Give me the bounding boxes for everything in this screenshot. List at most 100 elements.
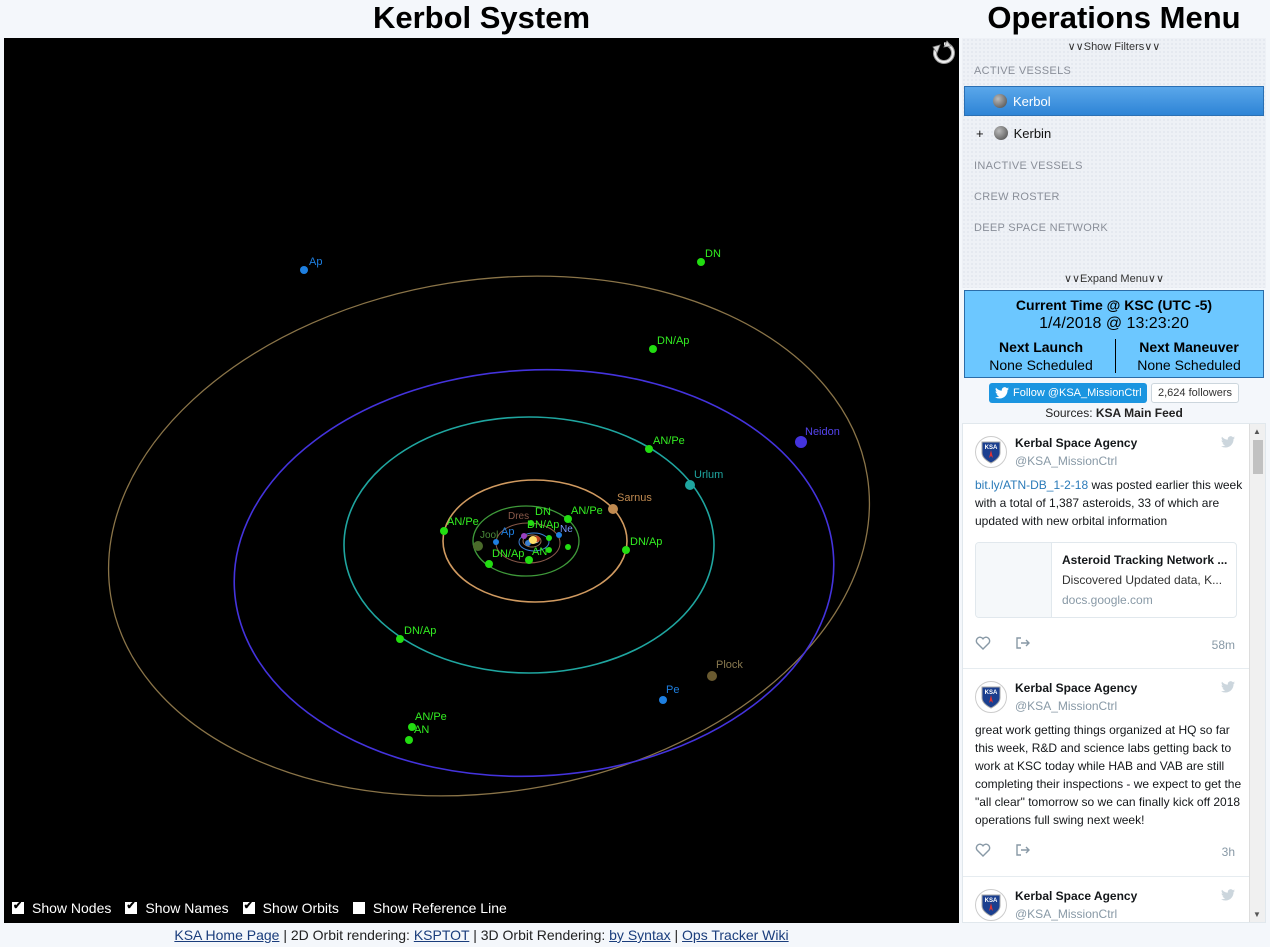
menu-item-kerbin[interactable]: + Kerbin bbox=[964, 118, 1264, 148]
anpe-marker-1[interactable] bbox=[645, 445, 653, 453]
an-marker-outer[interactable] bbox=[405, 736, 413, 744]
sarnus-planet[interactable] bbox=[608, 504, 618, 514]
dnap-marker-2[interactable] bbox=[622, 546, 630, 554]
avatar[interactable]: KSA bbox=[975, 681, 1007, 713]
ap-marker-outer[interactable] bbox=[300, 266, 308, 274]
tweet-timestamp[interactable]: 3h bbox=[1222, 845, 1235, 859]
ksa-home-link[interactable]: KSA Home Page bbox=[174, 927, 279, 943]
show-reference-line-toggle[interactable]: Show Reference Line bbox=[352, 900, 507, 916]
menu-item-kerbol-label: Kerbol bbox=[1013, 93, 1051, 109]
label-an-outer: AN bbox=[414, 724, 429, 736]
dn-marker-outer[interactable] bbox=[697, 258, 705, 266]
tweet-author-name[interactable]: Kerbal Space Agency bbox=[1015, 681, 1137, 695]
ops-tracker-wiki-link[interactable]: Ops Tracker Wiki bbox=[682, 927, 789, 943]
twitter-bird-icon[interactable] bbox=[1221, 436, 1235, 448]
pe-marker[interactable] bbox=[659, 696, 667, 704]
tweet-timestamp[interactable]: 58m bbox=[1212, 638, 1235, 652]
ksa-logo-icon: KSA bbox=[981, 441, 1001, 464]
node-marker-inner-4[interactable] bbox=[525, 556, 533, 564]
tweet-author-handle[interactable]: @KSA_MissionCtrl bbox=[1015, 907, 1117, 921]
heart-icon[interactable] bbox=[975, 843, 991, 857]
feed-scrollbar[interactable]: ▲ ▼ bbox=[1249, 424, 1265, 922]
plock-planet[interactable] bbox=[707, 671, 717, 681]
syntax-link[interactable]: by Syntax bbox=[609, 927, 670, 943]
card-thumbnail bbox=[976, 543, 1052, 617]
scroll-thumb[interactable] bbox=[1253, 440, 1263, 474]
label-dnap-1: DN/Ap bbox=[657, 335, 689, 347]
eve-planet[interactable] bbox=[521, 533, 527, 539]
footer: KSA Home Page | 2D Orbit rendering: KSPT… bbox=[4, 927, 959, 943]
label-anpe-2: AN/Pe bbox=[571, 505, 603, 517]
footer-text-3d: | 3D Orbit Rendering: bbox=[469, 927, 610, 943]
show-reference-line-checkbox[interactable] bbox=[352, 902, 365, 914]
tweet[interactable]: KSA Kerbal Space Agency @KSA_MissionCtrl… bbox=[963, 424, 1249, 669]
show-filters-link[interactable]: ∨∨Show Filters∨∨ bbox=[962, 40, 1266, 53]
share-icon[interactable] bbox=[1015, 843, 1031, 857]
urlum-planet[interactable] bbox=[685, 480, 695, 490]
follower-count[interactable]: 2,624 followers bbox=[1151, 383, 1239, 403]
scroll-down-arrow-icon[interactable]: ▼ bbox=[1253, 910, 1261, 919]
node-marker-inner-6[interactable] bbox=[546, 547, 552, 553]
share-icon[interactable] bbox=[1015, 636, 1031, 650]
twitter-follow-button[interactable]: Follow @KSA_MissionCtrl bbox=[989, 383, 1147, 403]
scroll-up-arrow-icon[interactable]: ▲ bbox=[1253, 427, 1261, 436]
twitter-bird-icon[interactable] bbox=[1221, 889, 1235, 901]
label-dn-outer: DN bbox=[705, 248, 721, 260]
label-anpe-4: AN/Pe bbox=[415, 711, 447, 723]
node-marker-inner-5[interactable] bbox=[565, 544, 571, 550]
dnap-marker-5[interactable] bbox=[396, 635, 404, 643]
dnap-marker-1[interactable] bbox=[649, 345, 657, 353]
crew-roster-category[interactable]: CREW ROSTER bbox=[974, 191, 1060, 203]
expand-plus-icon[interactable]: + bbox=[976, 126, 984, 141]
show-reference-line-label: Show Reference Line bbox=[372, 900, 507, 916]
anpe-marker-3[interactable] bbox=[440, 527, 448, 535]
clock-panel: Current Time @ KSC (UTC -5) 1/4/2018 @ 1… bbox=[964, 290, 1264, 378]
tweet[interactable]: KSA Kerbal Space Agency @KSA_MissionCtrl… bbox=[963, 669, 1249, 877]
show-nodes-toggle[interactable]: Show Nodes bbox=[12, 899, 111, 916]
twitter-bird-icon bbox=[995, 387, 1009, 399]
node-marker-inner-3[interactable] bbox=[485, 560, 493, 568]
jool-planet[interactable] bbox=[473, 541, 483, 551]
node-marker-inner-1[interactable] bbox=[528, 520, 534, 526]
heart-icon[interactable] bbox=[975, 636, 991, 650]
twitter-bird-icon[interactable] bbox=[1221, 681, 1235, 693]
orbit-view[interactable]: Ap DN DN/Ap Neidon AN/Pe Urlum Sarnus AN… bbox=[4, 38, 959, 923]
expand-menu-link[interactable]: ∨∨Expand Menu∨∨ bbox=[962, 272, 1266, 285]
next-launch-value: None Scheduled bbox=[989, 357, 1093, 373]
tweet-actions bbox=[975, 843, 1031, 862]
card-title: Asteroid Tracking Network ... bbox=[1062, 553, 1228, 567]
avatar[interactable]: KSA bbox=[975, 889, 1007, 921]
apsis-marker-inner-2[interactable] bbox=[556, 532, 562, 538]
active-vessels-category[interactable]: ACTIVE VESSELS bbox=[974, 65, 1071, 77]
node-marker-inner-2[interactable] bbox=[546, 535, 552, 541]
svg-text:KSA: KSA bbox=[985, 690, 998, 696]
tweet-author-handle[interactable]: @KSA_MissionCtrl bbox=[1015, 454, 1117, 468]
tweet-author-name[interactable]: Kerbal Space Agency bbox=[1015, 436, 1137, 450]
show-orbits-checkbox[interactable] bbox=[242, 899, 255, 914]
tweet-author-handle[interactable]: @KSA_MissionCtrl bbox=[1015, 699, 1117, 713]
show-names-checkbox[interactable] bbox=[125, 899, 138, 914]
tweet[interactable]: KSA Kerbal Space Agency @KSA_MissionCtrl bbox=[963, 877, 1249, 922]
next-launch-label: Next Launch bbox=[998, 339, 1083, 355]
deep-space-network-category[interactable]: DEEP SPACE NETWORK bbox=[974, 222, 1108, 234]
orbit-canvas[interactable]: Ap DN DN/Ap Neidon AN/Pe Urlum Sarnus AN… bbox=[4, 38, 959, 923]
system-title: Kerbol System bbox=[372, 0, 591, 35]
footer-separator: | bbox=[670, 927, 683, 943]
label-an-inner: AN bbox=[532, 546, 547, 558]
show-names-toggle[interactable]: Show Names bbox=[125, 899, 229, 916]
refresh-icon[interactable] bbox=[931, 40, 957, 70]
show-nodes-checkbox[interactable] bbox=[12, 899, 24, 914]
twitter-feed[interactable]: KSA Kerbal Space Agency @KSA_MissionCtrl… bbox=[962, 423, 1266, 923]
ksptot-link[interactable]: KSPTOT bbox=[414, 927, 470, 943]
avatar[interactable]: KSA bbox=[975, 436, 1007, 468]
kerbol-star[interactable] bbox=[529, 536, 537, 544]
show-orbits-toggle[interactable]: Show Orbits bbox=[242, 899, 339, 916]
menu-item-kerbol[interactable]: Kerbol bbox=[964, 86, 1264, 116]
apsis-marker-inner-1[interactable] bbox=[493, 539, 499, 545]
tweet-link[interactable]: bit.ly/ATN-DB_1-2-18 bbox=[975, 478, 1088, 492]
inactive-vessels-category[interactable]: INACTIVE VESSELS bbox=[974, 160, 1083, 172]
show-orbits-label: Show Orbits bbox=[262, 900, 339, 916]
tweet-author-name[interactable]: Kerbal Space Agency bbox=[1015, 889, 1137, 903]
sources-value[interactable]: KSA Main Feed bbox=[1096, 406, 1183, 420]
link-card[interactable]: Asteroid Tracking Network ... Discovered… bbox=[975, 542, 1237, 618]
